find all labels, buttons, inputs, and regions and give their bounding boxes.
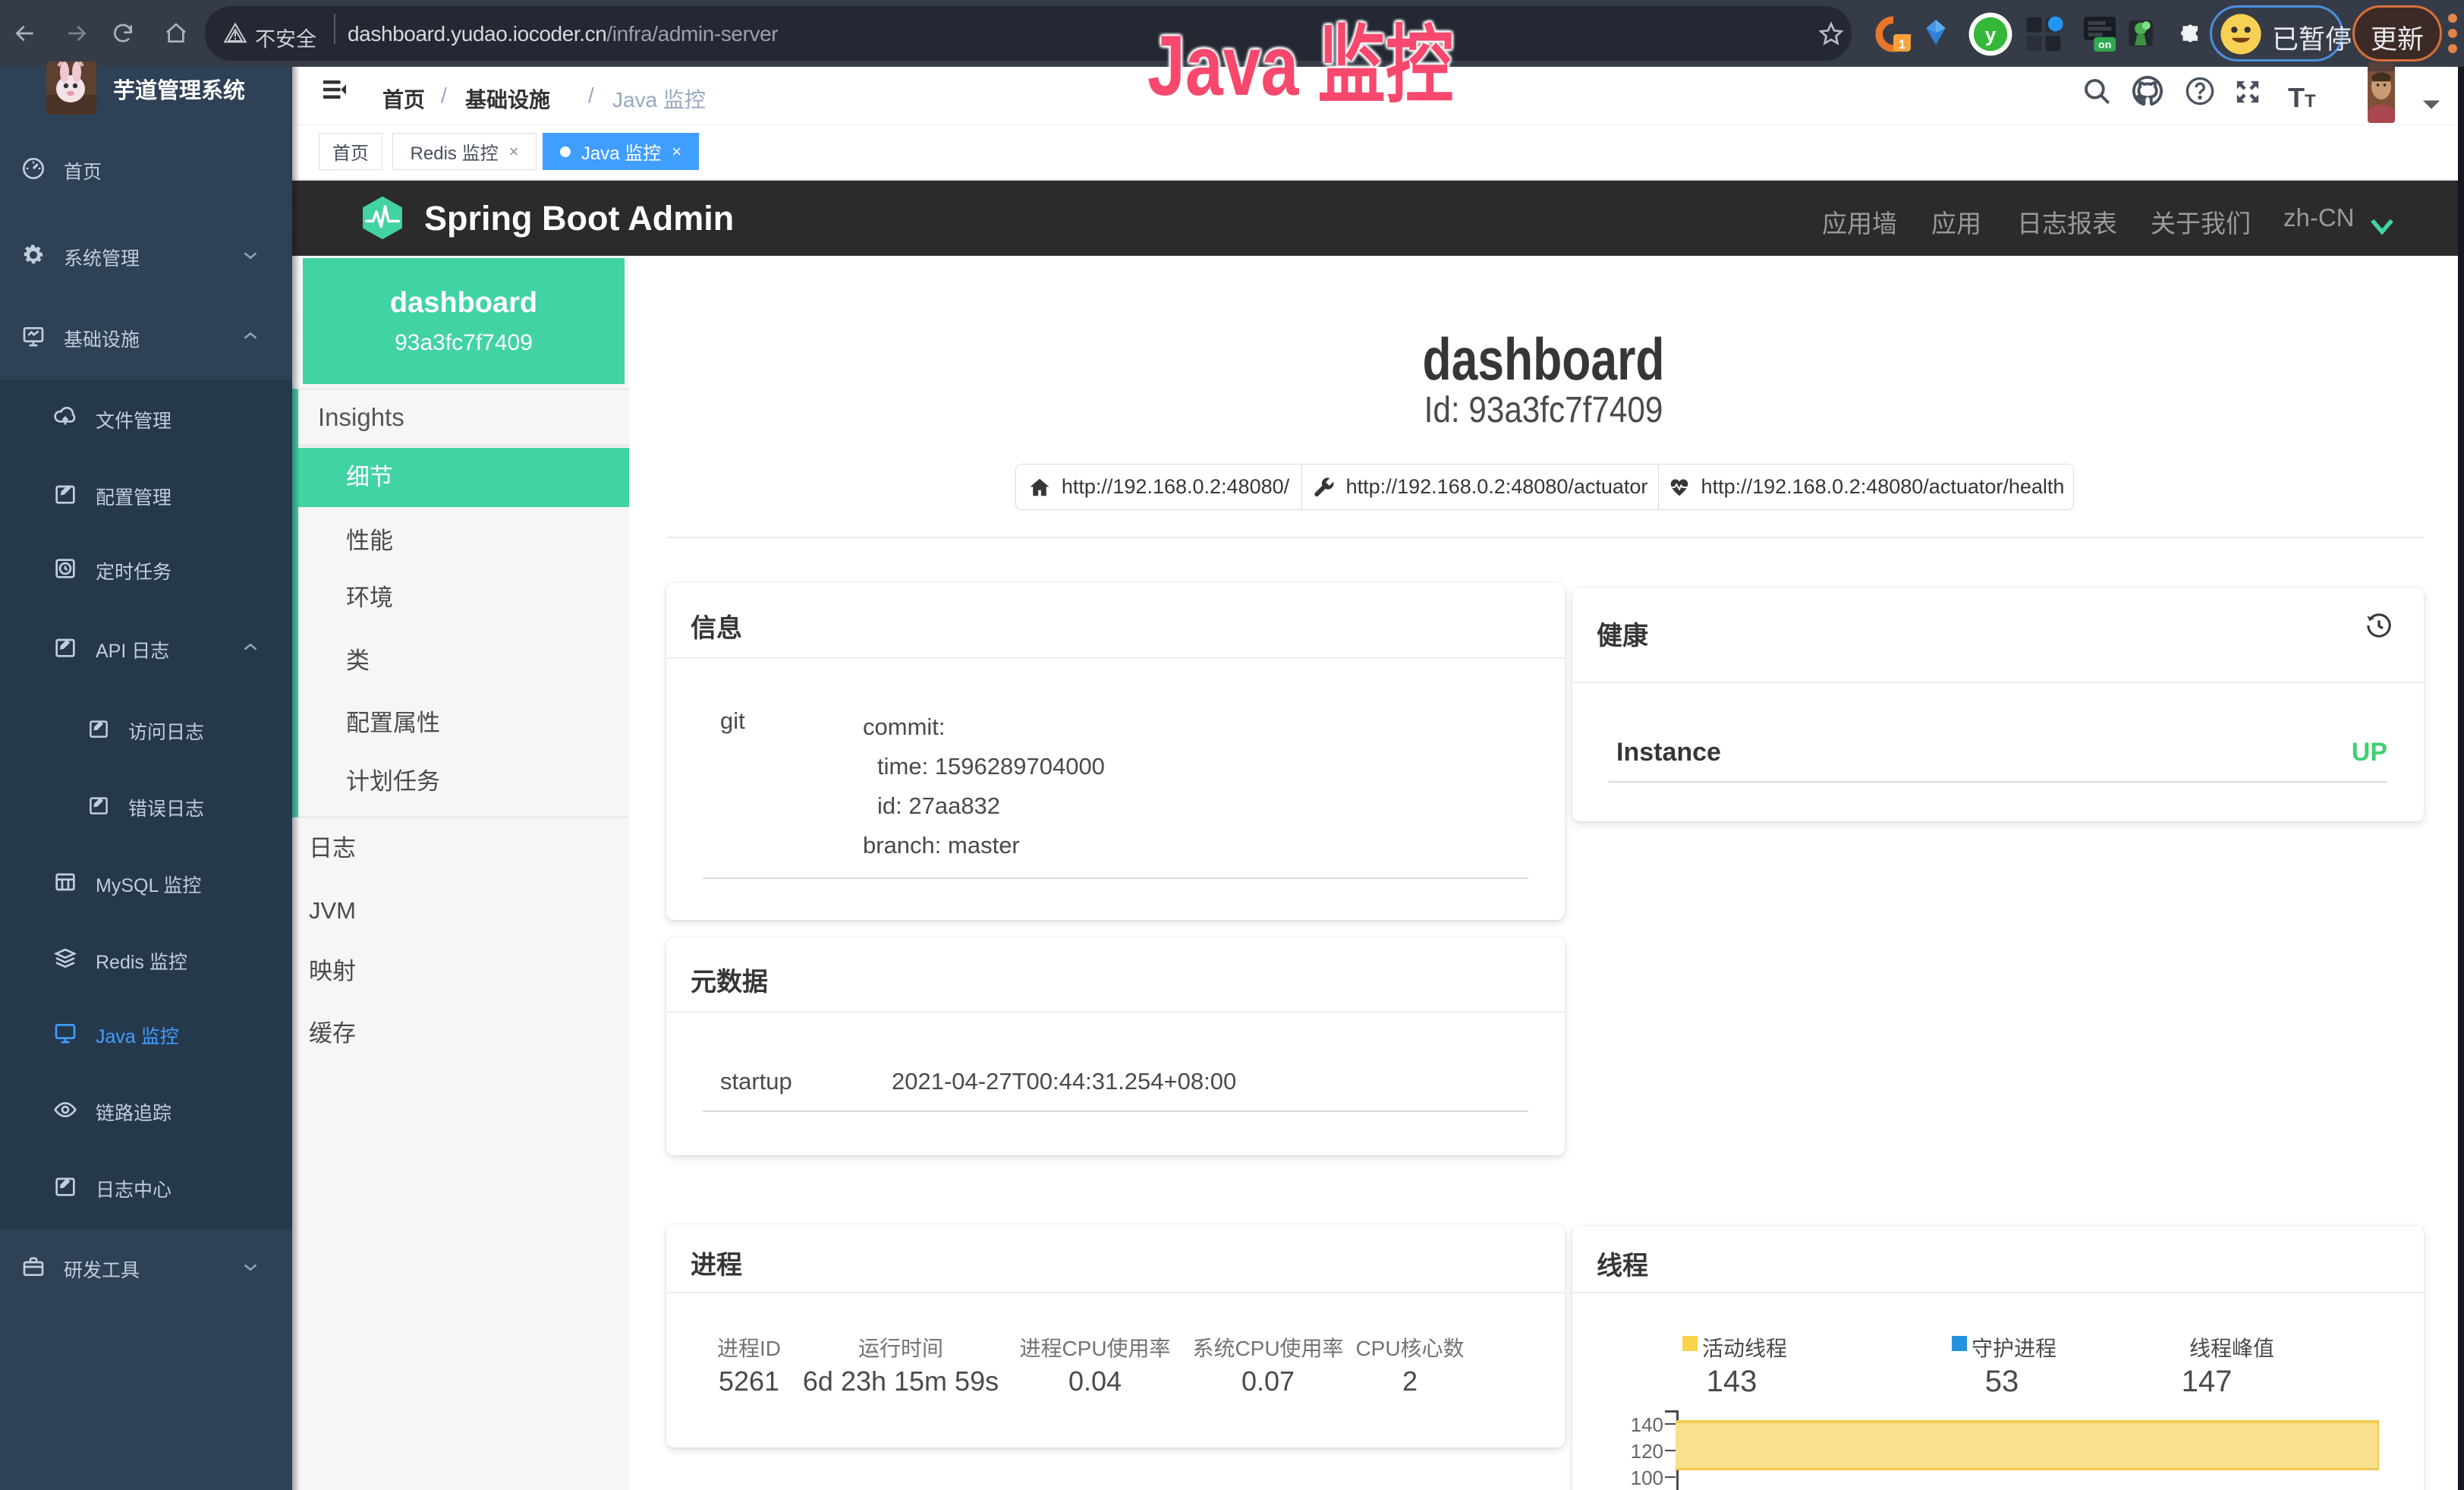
svg-text:on: on — [2098, 39, 2111, 51]
svg-text:1: 1 — [1899, 37, 1905, 52]
svg-text:y: y — [1985, 24, 1997, 46]
